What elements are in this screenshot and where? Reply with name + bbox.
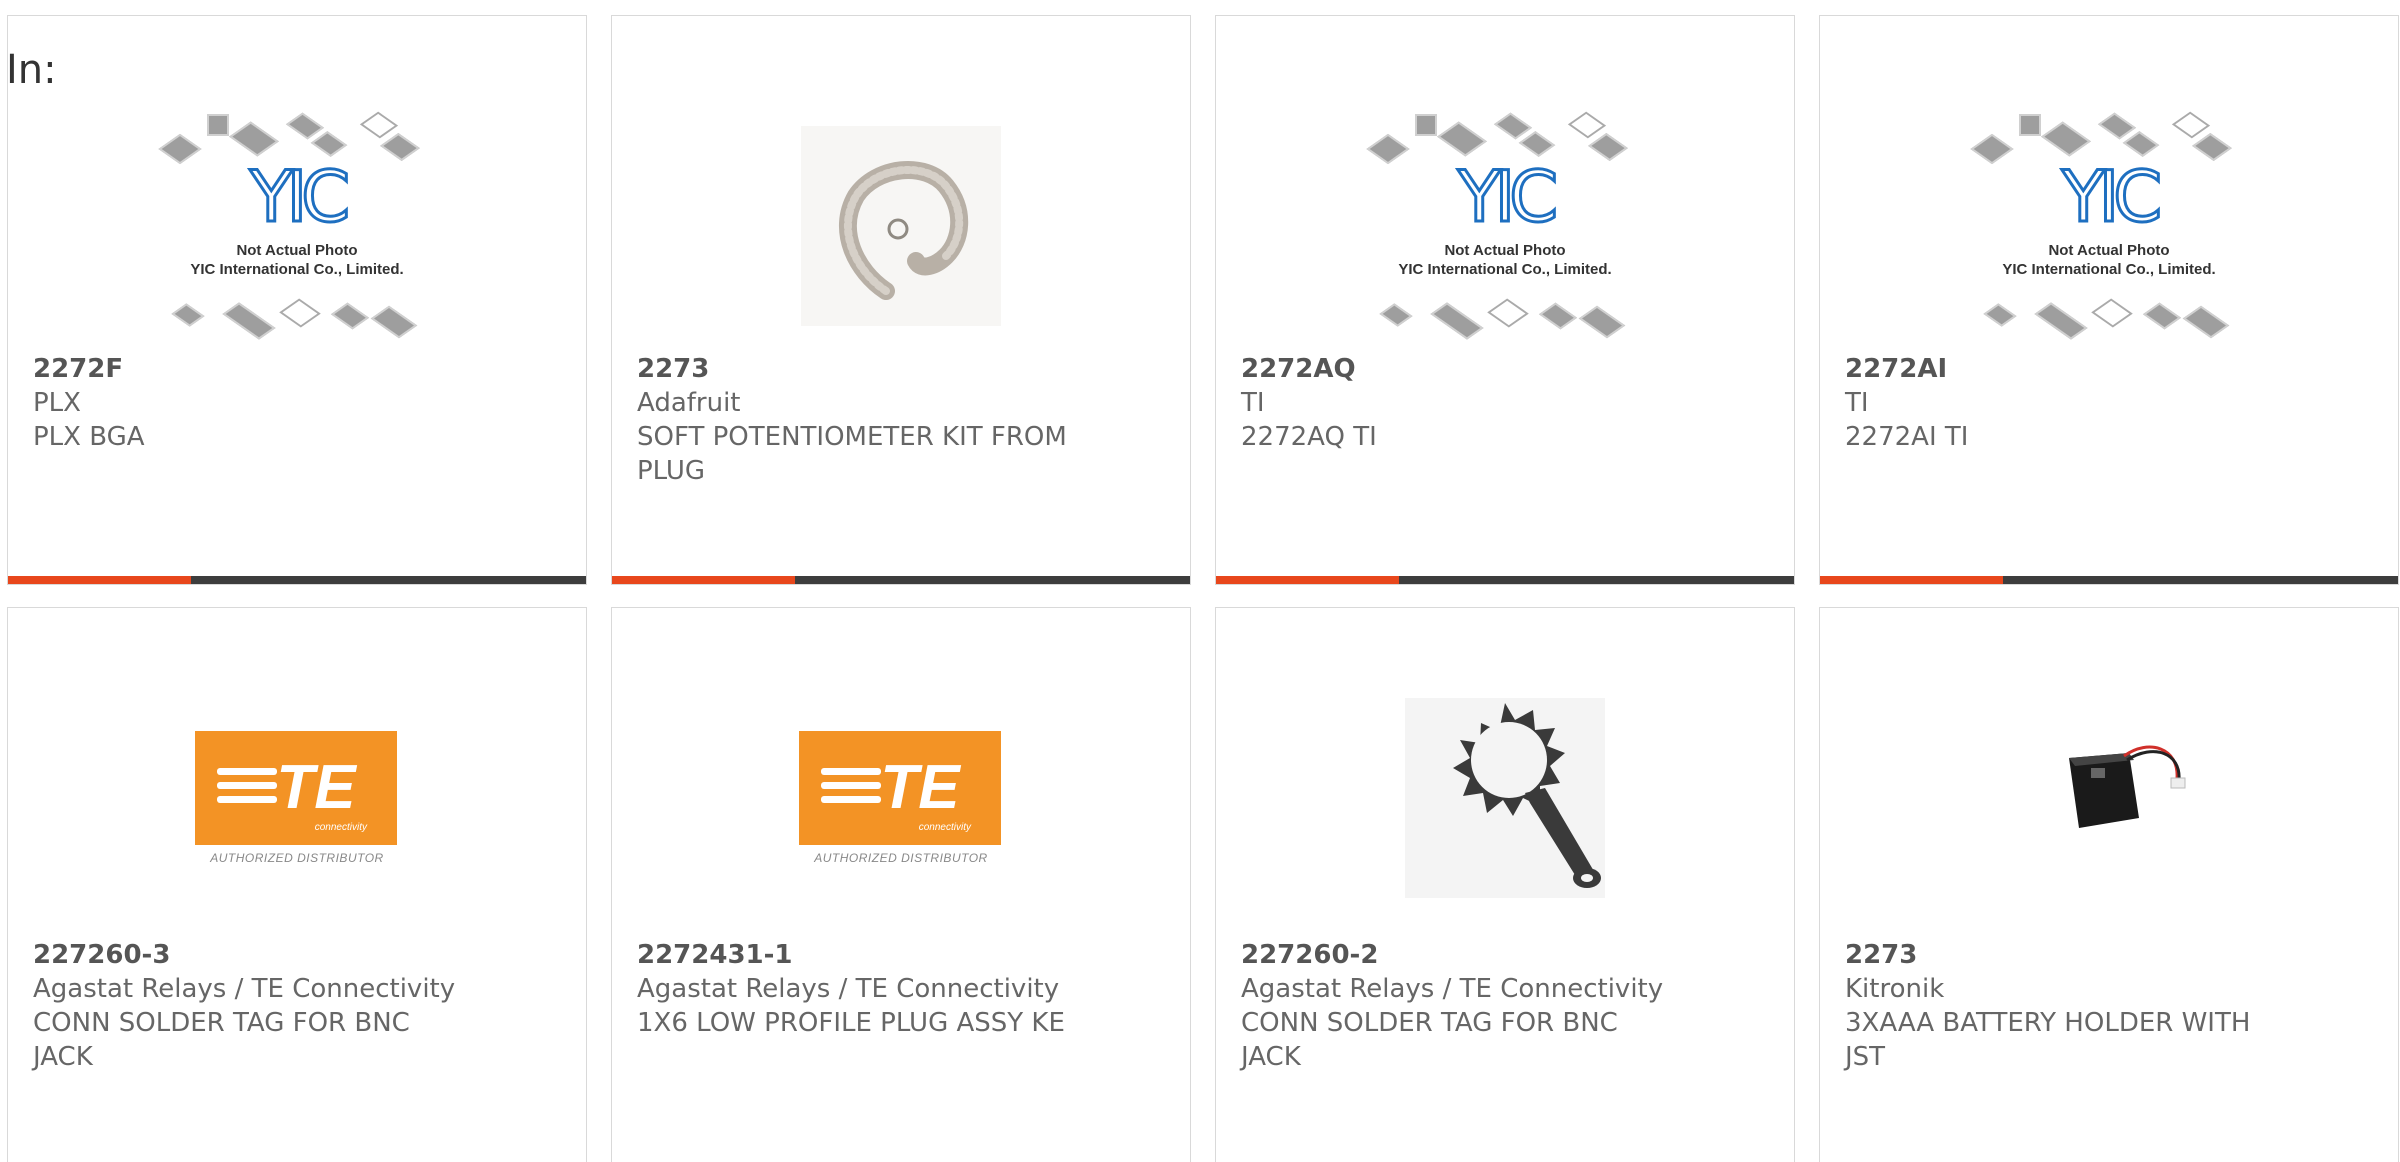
product-card[interactable]: 227260-2 Agastat Relays / TE Connectivit… [1215,607,1795,1162]
product-card[interactable]: YIC Not Actual Photo YIC International C… [1215,15,1795,585]
manufacturer: Kitronik [1845,974,1945,1004]
product-card[interactable]: YIC Not Actual Photo YIC International C… [7,15,587,585]
product-image[interactable]: YIC Not Actual Photo YIC International C… [147,96,447,356]
part-number[interactable]: 2273 [637,352,1165,386]
manufacturer: Agastat Relays / TE Connectivity [637,974,1060,1004]
card-accent-bar [612,576,1190,584]
description: 1X6 LOW PROFILE PLUG ASSY KE [637,1008,1065,1038]
description: 3XAAA BATTERY HOLDER WITH JST [1845,1008,2251,1072]
product-card[interactable]: 2273 Kitronik 3XAAA BATTERY HOLDER WITH … [1819,607,2399,1162]
manufacturer: TI [1241,388,1265,418]
solder-tag-photo [1405,698,1605,898]
card-accent-bar [1216,576,1794,584]
product-info: 2272F PLX PLX BGA [33,352,561,454]
part-number[interactable]: 2272AI [1845,352,2373,386]
image-caption: Not Actual Photo YIC International Co., … [190,242,404,278]
part-number[interactable]: 227260-3 [33,938,561,972]
part-number[interactable]: 2273 [1845,938,2373,972]
yic-logo: YIC [248,156,351,238]
product-image[interactable]: YIC Not Actual Photo YIC International C… [1959,96,2259,356]
part-number[interactable]: 2272F [33,352,561,386]
product-card[interactable]: TE connectivity AUTHORIZED DISTRIBUTOR 2… [611,607,1191,1162]
manufacturer: Agastat Relays / TE Connectivity [33,974,456,1004]
product-grid-page: In: YIC Not Actual Photo YIC Internation… [0,0,2400,1162]
card-accent-bar [1820,576,2398,584]
description: CONN SOLDER TAG FOR BNC JACK [1241,1008,1618,1072]
part-number[interactable]: 2272431-1 [637,938,1165,972]
part-number[interactable]: 227260-2 [1241,938,1769,972]
filter-label: In: [6,47,57,93]
image-caption: AUTHORIZED DISTRIBUTOR [814,851,988,865]
description: 2272AI TI [1845,422,1969,452]
yic-placeholder-image: YIC Not Actual Photo YIC International C… [1365,106,1645,346]
soft-potentiometer-photo [801,126,1001,326]
product-info: 2272AQ TI 2272AQ TI [1241,352,1769,454]
product-image[interactable]: YIC Not Actual Photo YIC International C… [1355,96,1655,356]
image-caption: AUTHORIZED DISTRIBUTOR [210,851,384,865]
image-caption: Not Actual Photo YIC International Co., … [1398,242,1612,278]
product-grid: YIC Not Actual Photo YIC International C… [7,15,2399,1162]
manufacturer: TI [1845,388,1869,418]
yic-placeholder-image: YIC Not Actual Photo YIC International C… [1969,106,2249,346]
product-image[interactable] [751,96,1051,356]
card-accent-bar [8,576,586,584]
product-info: 2272AI TI 2272AI TI [1845,352,2373,454]
product-info: 2273 Adafruit SOFT POTENTIOMETER KIT FRO… [637,352,1165,488]
part-number[interactable]: 2272AQ [1241,352,1769,386]
image-caption: Not Actual Photo YIC International Co., … [2002,242,2216,278]
product-info: 2273 Kitronik 3XAAA BATTERY HOLDER WITH … [1845,938,2373,1074]
manufacturer: PLX [33,388,81,418]
product-card[interactable]: TE connectivity AUTHORIZED DISTRIBUTOR 2… [7,607,587,1162]
product-info: 2272431-1 Agastat Relays / TE Connectivi… [637,938,1165,1040]
product-image[interactable]: TE connectivity AUTHORIZED DISTRIBUTOR [751,668,1051,928]
description: 2272AQ TI [1241,422,1377,452]
product-image[interactable]: TE connectivity AUTHORIZED DISTRIBUTOR [147,668,447,928]
product-image[interactable] [1959,668,2259,928]
product-image[interactable] [1355,668,1655,928]
description: CONN SOLDER TAG FOR BNC JACK [33,1008,410,1072]
yic-placeholder-image: YIC Not Actual Photo YIC International C… [157,106,437,346]
yic-logo: YIC [2060,156,2163,238]
yic-logo: YIC [1456,156,1559,238]
product-card[interactable]: 2273 Adafruit SOFT POTENTIOMETER KIT FRO… [611,15,1191,585]
te-connectivity-logo: TE connectivity AUTHORIZED DISTRIBUTOR [799,731,1003,865]
battery-holder-photo [2009,698,2209,898]
product-info: 227260-2 Agastat Relays / TE Connectivit… [1241,938,1769,1074]
description: SOFT POTENTIOMETER KIT FROM PLUG [637,422,1067,486]
description: PLX BGA [33,422,145,452]
product-info: 227260-3 Agastat Relays / TE Connectivit… [33,938,561,1074]
manufacturer: Agastat Relays / TE Connectivity [1241,974,1664,1004]
manufacturer: Adafruit [637,388,741,418]
te-connectivity-logo: TE connectivity AUTHORIZED DISTRIBUTOR [195,731,399,865]
product-card[interactable]: YIC Not Actual Photo YIC International C… [1819,15,2399,585]
